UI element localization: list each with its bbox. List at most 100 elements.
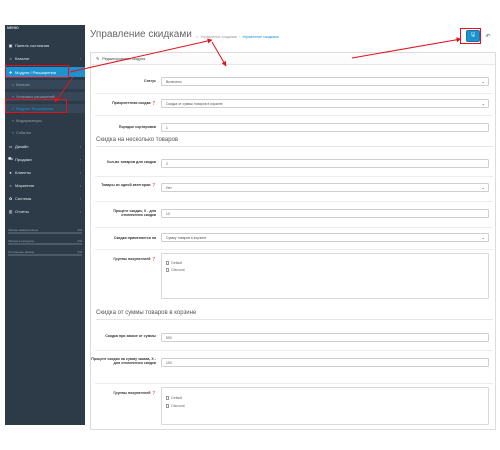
- sidebar-item-marketing[interactable]: < Маркетинг ›: [5, 180, 85, 190]
- chevron-right-icon: ›: [79, 156, 81, 162]
- apply-on-select[interactable]: Сумму товаров в корзине ⌄: [161, 233, 489, 242]
- reply-icon: ↶: [485, 33, 491, 40]
- sort-order-input[interactable]: 1: [161, 123, 489, 132]
- cart-icon: ⛟: [8, 156, 14, 161]
- group-checkbox-discount[interactable]: Discount: [166, 404, 185, 408]
- sidebar-item-design[interactable]: ▭ Дизайн ›: [5, 141, 85, 151]
- tag-icon: ⌂: [9, 55, 12, 61]
- help-icon: ❓: [151, 101, 156, 105]
- panel-heading: ✎ Редактирование модуля: [91, 53, 495, 65]
- sidebar-subitem-modifications[interactable]: » Модификаторы: [5, 116, 85, 125]
- sidebar-item-system[interactable]: ✿ Система ›: [5, 193, 85, 203]
- bullet-icon: »: [12, 82, 14, 87]
- customer-groups-label: Группы покупателей ❓: [91, 257, 156, 261]
- qty-input[interactable]: 2: [161, 159, 489, 168]
- sidebar-item-label: Каталог: [15, 55, 30, 61]
- sidebar-subitem-label: Магазин: [16, 82, 30, 87]
- sidebar-item-dashboard[interactable]: ▣ Панель состояния: [5, 40, 85, 50]
- gear-icon: ✿: [8, 195, 13, 201]
- chevron-right-icon: ›: [79, 208, 81, 214]
- section-divider: [96, 319, 493, 320]
- same-category-select[interactable]: Нет ⌄: [161, 183, 489, 192]
- group-checkbox-discount[interactable]: Discount: [166, 268, 185, 272]
- sidebar-item-label: Маркетинг: [15, 182, 35, 188]
- sidebar: МЕНЮ ▣ Панель состояния ⌂ Каталог › ✚ Мо…: [5, 25, 85, 425]
- highlight-box-subitem: [5, 99, 67, 113]
- checkbox[interactable]: [166, 404, 170, 408]
- share-icon: <: [9, 182, 12, 188]
- group-checkbox-default[interactable]: Default: [166, 261, 182, 265]
- save-button[interactable]: 🖫: [466, 30, 480, 42]
- sidebar-item-sales[interactable]: ⛟ Продажи ›: [5, 154, 85, 164]
- chevron-right-icon: ›: [79, 182, 81, 188]
- sort-order-value: 1: [166, 125, 168, 130]
- breadcrumb-separator: ›: [239, 34, 241, 39]
- breadcrumb-link[interactable]: Управление скидками: [200, 35, 237, 39]
- edit-panel: ✎ Редактирование модуля Статус Включено …: [90, 52, 496, 430]
- apply-on-value: Сумму товаров в корзине: [166, 235, 207, 240]
- sidebar-item-catalog[interactable]: ⌂ Каталог ›: [5, 53, 85, 63]
- breadcrumb-current[interactable]: Управление скидками: [242, 35, 279, 39]
- section-divider: [96, 146, 493, 147]
- bullet-icon: »: [12, 130, 14, 135]
- same-category-label-text: Товары из одной категории: [101, 183, 151, 187]
- group-label: Discount: [171, 268, 185, 272]
- sidebar-subitem-label: Установка расширений: [16, 94, 55, 99]
- checkbox[interactable]: [166, 396, 170, 400]
- page-title: Управление скидками: [90, 29, 192, 40]
- same-category-value: Нет: [166, 185, 172, 190]
- priority-label: Приоритетная скидка ❓: [91, 101, 156, 105]
- group-checkbox-default[interactable]: Default: [166, 396, 182, 400]
- percent-input[interactable]: 10: [161, 209, 489, 218]
- percent-label: Процент скидки, Х - для отключения скидк…: [113, 209, 156, 218]
- sidebar-item-label: Клиенты: [15, 169, 32, 175]
- status-value: Включено: [166, 79, 182, 84]
- priority-value: Скидка от суммы товаров в корзине: [166, 101, 223, 106]
- order-sum-label: Скидка при заказе от суммы: [105, 334, 156, 338]
- bar-chart-icon: ▥: [8, 208, 13, 214]
- sidebar-subitem-events[interactable]: » События: [5, 128, 85, 137]
- home-icon[interactable]: ⌂: [196, 34, 198, 39]
- sidebar-subitem-store[interactable]: » Магазин: [5, 80, 85, 89]
- customer-groups-label-text: Группы покупателей: [113, 257, 151, 261]
- chevron-right-icon: ›: [79, 55, 81, 61]
- order-sum-input[interactable]: 500: [161, 333, 489, 342]
- priority-select[interactable]: Скидка от суммы товаров в корзине ⌄: [161, 99, 489, 108]
- divider: [95, 93, 493, 94]
- divider: [95, 176, 493, 177]
- status-select[interactable]: Включено ⌄: [161, 77, 489, 86]
- chevron-down-icon: ⌄: [481, 235, 485, 240]
- group-label: Default: [171, 261, 183, 265]
- checkbox[interactable]: [166, 261, 170, 265]
- qty-value: 2: [166, 161, 168, 166]
- percent-value: 10: [166, 211, 170, 216]
- sidebar-item-reports[interactable]: ▥ Отчеты ›: [5, 206, 85, 216]
- panel-heading-label: Редактирование модуля: [102, 56, 146, 61]
- save-icon: 🖫: [470, 32, 476, 38]
- sidebar-item-label: Система: [15, 195, 32, 201]
- progress-bar: [8, 254, 82, 256]
- section-title-cart-sum: Скидка от суммы товаров в корзине: [96, 310, 197, 316]
- chevron-right-icon: ›: [79, 169, 81, 175]
- sidebar-item-label: Отчеты: [15, 208, 29, 214]
- progress-bar: [8, 232, 82, 234]
- qty-label: Кол-во товаров для скидки: [107, 160, 156, 164]
- sort-order-label: Порядок сортировки: [118, 125, 156, 129]
- help-icon: ❓: [151, 257, 156, 261]
- progress-bar: [8, 243, 82, 245]
- chevron-right-icon: ›: [79, 143, 81, 149]
- sidebar-item-customers[interactable]: ● Клиенты ›: [5, 167, 85, 177]
- apply-on-label: Скидка применяется на: [113, 236, 156, 240]
- sum-percent-label: Процент скидки на сумму заказа, Х - для …: [91, 357, 156, 366]
- group-label: Default: [171, 396, 183, 400]
- customer-groups-box-2: Default Discount: [161, 387, 489, 425]
- customer-groups-label-text: Группы покупателей: [113, 391, 151, 395]
- checkbox[interactable]: [166, 268, 170, 272]
- order-stat-other: Остальные заказы 0%: [8, 250, 82, 259]
- help-icon: ❓: [151, 183, 156, 187]
- sum-percent-input[interactable]: 100: [161, 358, 489, 367]
- section-title-multi-items: Скидка на несколько товаров: [96, 137, 179, 143]
- back-button[interactable]: ↶: [483, 30, 493, 42]
- sidebar-subitem-label: События: [16, 130, 31, 135]
- order-stat-processing: Заказы в процессе 0%: [8, 239, 82, 248]
